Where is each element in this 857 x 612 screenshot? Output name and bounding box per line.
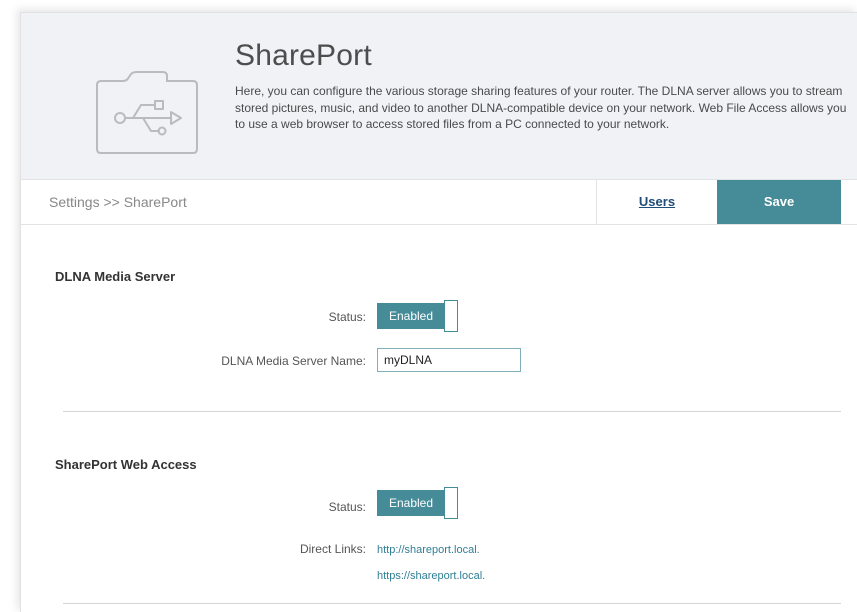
dlna-section-title: DLNA Media Server	[55, 269, 176, 284]
page: SharePort Here, you can configure the va…	[0, 0, 857, 612]
direct-links-label: Direct Links:	[299, 542, 366, 556]
breadcrumb: Settings >> SharePort	[49, 194, 187, 210]
toggle-knob	[444, 300, 458, 332]
dlna-name-input[interactable]	[377, 348, 521, 372]
usb-icon	[96, 71, 198, 154]
web-access-section-title: SharePort Web Access	[55, 457, 197, 472]
shareport-panel: SharePort Here, you can configure the va…	[20, 12, 857, 612]
web-access-status-value: Enabled	[377, 490, 445, 516]
dlna-status-value: Enabled	[377, 303, 445, 329]
page-description: Here, you can configure the various stor…	[235, 84, 847, 131]
users-button[interactable]: Users	[596, 180, 717, 224]
section-divider	[63, 603, 841, 604]
toggle-knob	[444, 487, 458, 519]
web-access-status-toggle[interactable]: Enabled	[377, 487, 459, 519]
page-header: SharePort Here, you can configure the va…	[21, 13, 857, 180]
section-divider	[63, 411, 841, 412]
dlna-status-toggle[interactable]: Enabled	[377, 300, 459, 332]
dlna-status-label: Status:	[328, 310, 366, 324]
dlna-name-label: DLNA Media Server Name:	[221, 354, 366, 368]
save-button[interactable]: Save	[717, 180, 841, 224]
page-title: SharePort	[235, 39, 372, 72]
http-direct-link[interactable]: http://shareport.local.	[377, 544, 480, 556]
https-direct-link[interactable]: https://shareport.local.	[377, 570, 485, 582]
action-bar: Settings >> SharePort Users Save	[21, 180, 857, 225]
web-access-status-label: Status:	[328, 500, 366, 514]
